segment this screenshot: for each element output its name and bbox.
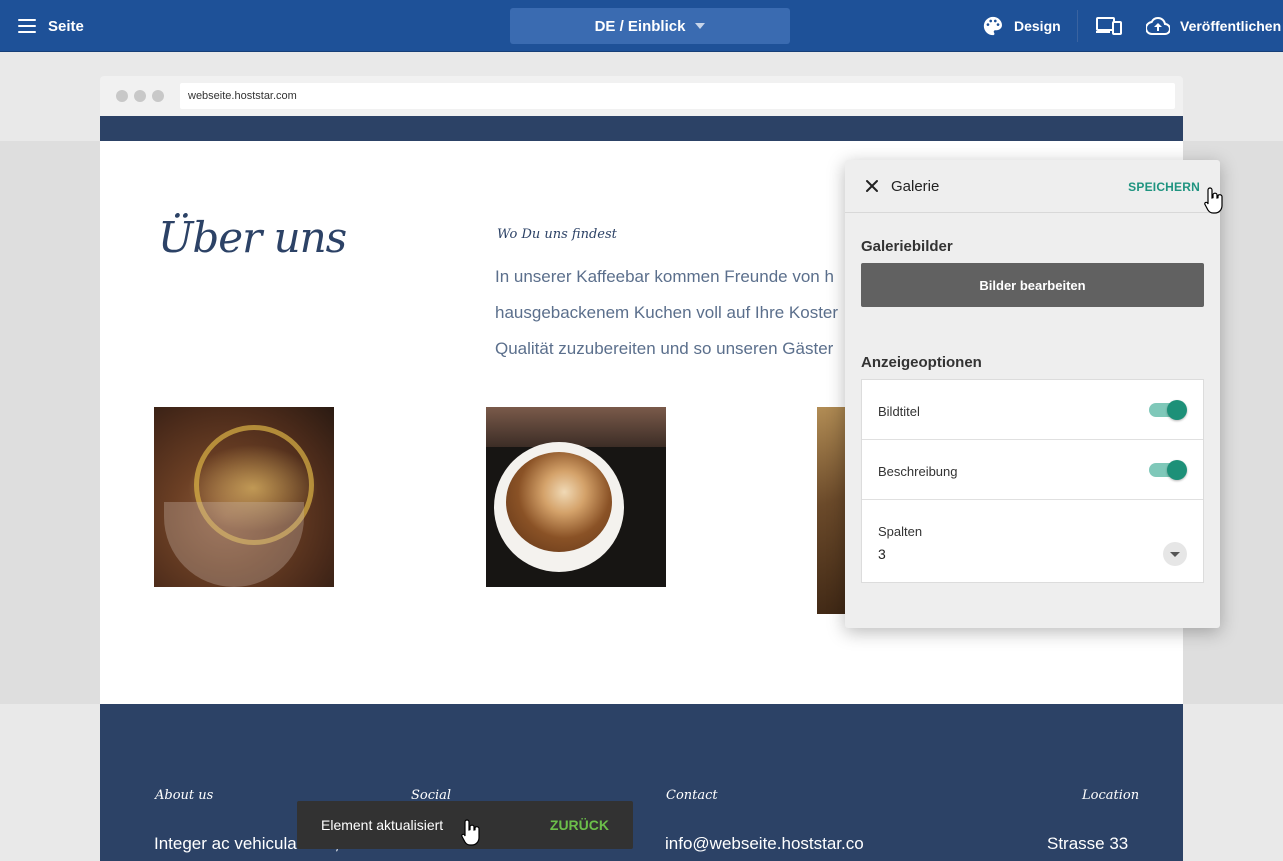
footer-contact-email[interactable]: info@webseite.hoststar.co bbox=[665, 834, 864, 854]
hamburger-icon bbox=[18, 19, 36, 33]
cloud-upload-icon bbox=[1146, 16, 1170, 35]
option-row-description: Beschreibung bbox=[862, 440, 1203, 500]
panel-header: Galerie SPEICHERN bbox=[845, 160, 1220, 213]
body-line: Qualität zuzubereiten und so unseren Gäs… bbox=[495, 339, 834, 358]
undo-button[interactable]: ZURÜCK bbox=[550, 817, 609, 833]
publish-label: Veröffentlichen bbox=[1180, 18, 1282, 34]
image-title-toggle[interactable] bbox=[1149, 400, 1187, 420]
caret-down-icon bbox=[695, 23, 706, 29]
menu-label: Seite bbox=[48, 17, 84, 35]
footer-about-heading: About us bbox=[155, 788, 214, 803]
hand-cursor-icon bbox=[1204, 187, 1223, 214]
option-label: Bildtitel bbox=[878, 404, 920, 419]
close-icon[interactable] bbox=[861, 175, 883, 197]
description-toggle[interactable] bbox=[1149, 460, 1187, 480]
about-body-text[interactable]: In unserer Kaffeebar kommen Freunde von … bbox=[495, 259, 855, 367]
site-footer: About us Integer ac vehicula eros, Socia… bbox=[100, 704, 1183, 861]
about-heading[interactable]: Über uns bbox=[158, 213, 347, 262]
palette-icon bbox=[983, 16, 1002, 36]
app-toolbar: Seite DE / Einblick Design Veröffentlich… bbox=[0, 0, 1283, 52]
design-button[interactable]: Design bbox=[982, 12, 1061, 40]
about-subheading[interactable]: Wo Du uns findest bbox=[497, 227, 617, 242]
display-options-list: Bildtitel Beschreibung Spalten 3 bbox=[861, 379, 1204, 583]
footer-contact-heading: Contact bbox=[666, 788, 718, 803]
browser-frame: webseite.hoststar.com bbox=[100, 76, 1183, 116]
body-line: In unserer Kaffeebar kommen Freunde von … bbox=[495, 267, 834, 286]
edit-images-button[interactable]: Bilder bearbeiten bbox=[861, 263, 1204, 307]
menu-button[interactable]: Seite bbox=[18, 12, 84, 40]
language-page-label: DE / Einblick bbox=[594, 17, 686, 35]
hand-cursor-icon bbox=[461, 819, 480, 846]
footer-location-heading: Location bbox=[1082, 788, 1140, 803]
panel-title: Galerie bbox=[891, 178, 940, 195]
devices-icon bbox=[1096, 17, 1122, 35]
option-label: Beschreibung bbox=[878, 464, 958, 479]
columns-label: Spalten bbox=[878, 524, 923, 539]
columns-value: 3 bbox=[878, 546, 886, 562]
option-row-image-title: Bildtitel bbox=[862, 380, 1203, 440]
device-preview-button[interactable] bbox=[1096, 12, 1122, 40]
language-page-selector[interactable]: DE / Einblick bbox=[510, 8, 790, 44]
snackbar-message: Element aktualisiert bbox=[321, 817, 444, 833]
publish-button[interactable]: Veröffentlichen bbox=[1146, 12, 1281, 40]
display-options-section-title: Anzeigeoptionen bbox=[861, 354, 982, 371]
design-label: Design bbox=[1014, 18, 1061, 34]
dropdown-arrow-icon[interactable] bbox=[1163, 542, 1187, 566]
window-controls bbox=[116, 90, 164, 102]
body-line: hausgebackenem Kuchen voll auf Ihre Kost… bbox=[495, 303, 839, 322]
columns-select[interactable]: Spalten 3 bbox=[862, 500, 1203, 582]
gallery-settings-panel: Galerie SPEICHERN Galeriebilder Bilder b… bbox=[845, 160, 1220, 628]
save-button[interactable]: SPEICHERN bbox=[1128, 180, 1200, 194]
gallery-image-coffee-grounds[interactable] bbox=[154, 407, 334, 587]
footer-location-address: Strasse 33 bbox=[1047, 834, 1129, 853]
url-bar: webseite.hoststar.com bbox=[180, 83, 1175, 109]
gallery-image-latte-art[interactable] bbox=[486, 407, 666, 587]
toolbar-divider bbox=[1077, 10, 1078, 42]
site-nav-strip bbox=[100, 116, 1183, 141]
gallery-images-section-title: Galeriebilder bbox=[861, 238, 953, 255]
